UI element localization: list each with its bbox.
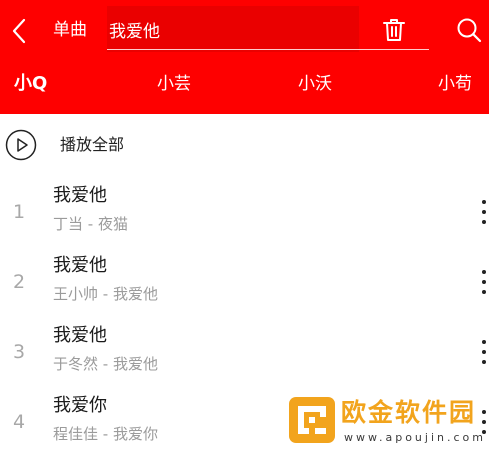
watermark-url: www.apoujin.com — [344, 431, 486, 444]
song-artist-album: 丁当 - 夜猫 — [53, 215, 128, 233]
search-button[interactable] — [455, 16, 483, 44]
song-artist-album: 于冬然 - 我爱他 — [53, 355, 158, 373]
song-row[interactable]: 2 我爱他 王小帅 - 我爱他 — [0, 250, 489, 320]
search-type-label[interactable]: 单曲 — [53, 18, 87, 42]
trash-icon — [383, 19, 405, 41]
search-icon — [457, 18, 482, 43]
clear-button[interactable] — [381, 16, 407, 44]
song-row[interactable]: 3 我爱他 于冬然 - 我爱他 — [0, 320, 489, 390]
tab-xiao-wo[interactable]: 小沃 — [298, 72, 332, 96]
watermark-brand: 欧金软件园 — [341, 398, 477, 427]
top-bar: 单曲 — [0, 0, 489, 62]
song-title: 我爱你 — [53, 395, 107, 416]
tab-xiao-q[interactable]: 小Q — [14, 72, 47, 96]
search-input[interactable] — [109, 20, 349, 44]
song-index: 1 — [12, 201, 26, 223]
song-index: 4 — [12, 411, 26, 433]
more-vertical-icon[interactable] — [478, 267, 489, 297]
tab-xiao-gou[interactable]: 小苟 — [438, 72, 472, 96]
song-row[interactable]: 1 我爱他 丁当 - 夜猫 — [0, 180, 489, 250]
search-underline — [107, 49, 429, 50]
play-all-label: 播放全部 — [60, 135, 125, 154]
tab-xiao-yun[interactable]: 小芸 — [157, 72, 191, 96]
song-artist-album: 程佳佳 - 我爱你 — [53, 425, 158, 443]
search-box[interactable] — [107, 6, 359, 52]
song-artist-album: 王小帅 - 我爱他 — [53, 285, 158, 303]
back-button[interactable] — [6, 16, 32, 46]
chevron-left-icon — [12, 18, 26, 44]
more-vertical-icon[interactable] — [478, 197, 489, 227]
watermark: 欧金软件园 www.apoujin.com — [289, 394, 485, 446]
song-index: 3 — [12, 341, 26, 363]
header: 单曲 小Q — [0, 0, 489, 114]
song-title: 我爱他 — [53, 325, 107, 346]
play-all-button[interactable]: 播放全部 — [0, 124, 489, 168]
song-title: 我爱他 — [53, 185, 107, 206]
play-icon — [5, 129, 37, 161]
search-results-screen: 单曲 小Q — [0, 0, 489, 449]
watermark-logo-icon — [289, 397, 335, 443]
more-vertical-icon[interactable] — [478, 337, 489, 367]
tab-bar: 小Q 小芸 小沃 小苟 — [0, 66, 489, 104]
song-title: 我爱他 — [53, 255, 107, 276]
song-index: 2 — [12, 271, 26, 293]
